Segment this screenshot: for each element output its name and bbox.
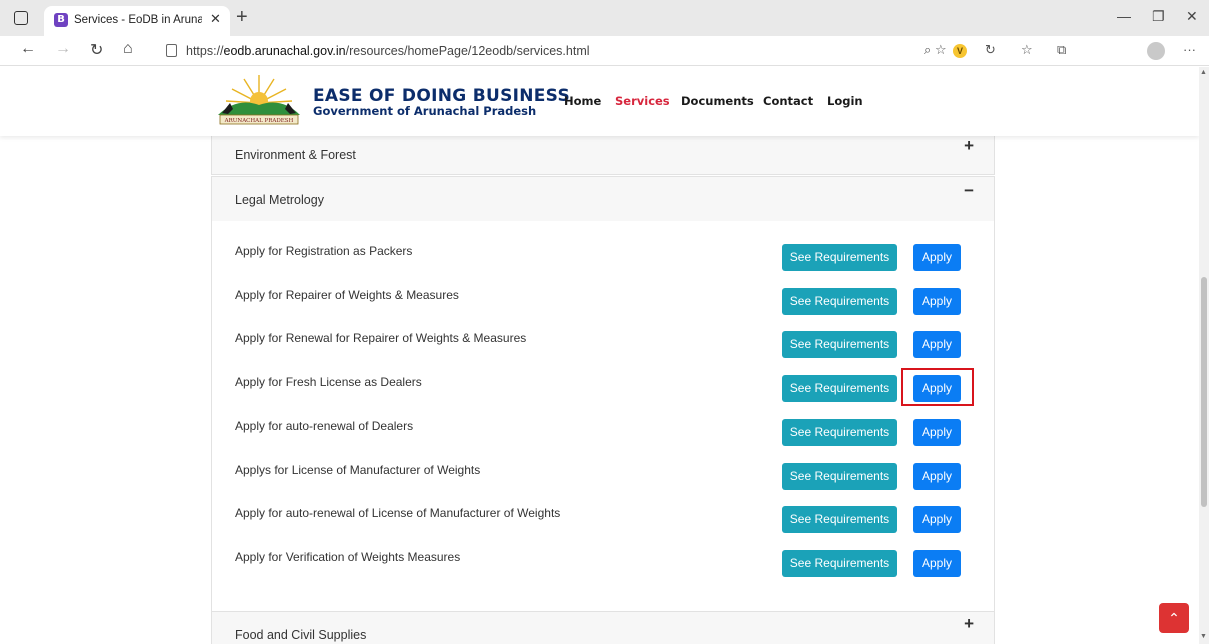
apply-button[interactable]: Apply	[913, 463, 961, 490]
page-viewport: ARUNACHAL PRADESH EASE OF DOING BUSINESS…	[0, 67, 1199, 644]
apply-button[interactable]: Apply	[913, 419, 961, 446]
accordion-title: Legal Metrology	[235, 193, 324, 207]
url-text[interactable]: https://eodb.arunachal.gov.in/resources/…	[186, 44, 590, 58]
arunachal-emblem-logo[interactable]: ARUNACHAL PRADESH	[212, 71, 306, 129]
favorites-icon[interactable]: ☆	[1021, 42, 1033, 58]
new-tab-icon[interactable]: +	[236, 6, 248, 28]
accordion-food-civil-supplies[interactable]: Food and Civil Supplies +	[211, 611, 995, 644]
page-scrollbar[interactable]: ▲ ▼	[1199, 67, 1209, 644]
zoom-icon[interactable]: ⌕	[924, 42, 931, 58]
service-row: Apply for Repairer of Weights & Measures…	[212, 288, 994, 318]
extension-icon[interactable]: V	[953, 44, 967, 58]
expand-icon[interactable]: +	[964, 136, 974, 156]
refresh-icon[interactable]: ↻	[90, 40, 103, 60]
nav-contact[interactable]: Contact	[763, 94, 813, 108]
expand-icon[interactable]: +	[964, 614, 974, 634]
tab-close-icon[interactable]: ✕	[210, 11, 221, 27]
service-label: Apply for Renewal for Repairer of Weight…	[235, 331, 527, 345]
see-requirements-button[interactable]: See Requirements	[782, 288, 897, 315]
url-field[interactable]: https://eodb.arunachal.gov.in/resources/…	[152, 39, 992, 63]
scroll-down-icon[interactable]: ▼	[1200, 633, 1207, 640]
favorite-icon[interactable]: ☆	[935, 42, 947, 58]
see-requirements-button[interactable]: See Requirements	[782, 550, 897, 577]
back-to-top-icon[interactable]: ⌃	[1159, 603, 1189, 633]
collapse-icon[interactable]: −	[964, 181, 974, 201]
restore-icon[interactable]: ❐	[1152, 8, 1165, 25]
service-row: Apply for Registration as Packers See Re…	[212, 244, 994, 274]
see-requirements-button[interactable]: See Requirements	[782, 506, 897, 533]
service-row: Apply for Fresh License as Dealers See R…	[212, 368, 994, 406]
service-row: Apply for auto-renewal of Dealers See Re…	[212, 419, 994, 449]
apply-button[interactable]: Apply	[913, 506, 961, 533]
browser-tab[interactable]: B Services - EoDB in Arunachal Pra ✕	[44, 6, 230, 36]
scroll-up-icon[interactable]: ▲	[1200, 69, 1207, 76]
minimize-icon[interactable]: —	[1117, 8, 1131, 24]
service-row: Apply for auto-renewal of License of Man…	[212, 506, 994, 536]
apply-button[interactable]: Apply	[913, 331, 961, 358]
see-requirements-button[interactable]: See Requirements	[782, 419, 897, 446]
nav-services[interactable]: Services	[615, 94, 670, 108]
apply-button[interactable]: Apply	[913, 244, 961, 271]
profile-icon[interactable]	[1147, 42, 1165, 60]
lock-icon[interactable]	[166, 44, 177, 57]
collections-icon[interactable]: ⧉	[1057, 42, 1066, 58]
apply-button[interactable]: Apply	[913, 288, 961, 315]
nav-home[interactable]: Home	[564, 94, 601, 108]
site-header: ARUNACHAL PRADESH EASE OF DOING BUSINESS…	[0, 67, 1199, 136]
service-label: Apply for Repairer of Weights & Measures	[235, 288, 459, 302]
refresh-extension-icon[interactable]: ↻	[985, 42, 996, 58]
svg-text:ARUNACHAL PRADESH: ARUNACHAL PRADESH	[224, 118, 294, 124]
see-requirements-button[interactable]: See Requirements	[782, 244, 897, 271]
brand-subtitle: Government of Arunachal Pradesh	[313, 104, 537, 118]
accordion-legal-metrology[interactable]: Legal Metrology −	[211, 176, 995, 222]
service-row: Applys for License of Manufacturer of We…	[212, 463, 994, 493]
apply-button[interactable]: Apply	[913, 550, 961, 577]
browser-tab-bar: B Services - EoDB in Arunachal Pra ✕ + —…	[0, 0, 1209, 36]
tab-actions-icon[interactable]	[14, 11, 28, 25]
see-requirements-button[interactable]: See Requirements	[782, 331, 897, 358]
tab-favicon: B	[54, 13, 68, 27]
more-icon[interactable]: ···	[1183, 42, 1196, 57]
tab-title: Services - EoDB in Arunachal Pra	[74, 14, 202, 26]
legal-metrology-services: Apply for Registration as Packers See Re…	[211, 221, 995, 612]
apply-button-highlighted[interactable]: Apply	[913, 375, 961, 402]
service-label: Apply for auto-renewal of Dealers	[235, 419, 414, 433]
see-requirements-button[interactable]: See Requirements	[782, 463, 897, 490]
service-label: Apply for Registration as Packers	[235, 244, 413, 258]
nav-documents[interactable]: Documents	[681, 94, 754, 108]
browser-address-bar: ← → ↻ ⌂ https://eodb.arunachal.gov.in/re…	[0, 36, 1209, 66]
scroll-thumb[interactable]	[1201, 277, 1207, 507]
see-requirements-button[interactable]: See Requirements	[782, 375, 897, 402]
service-row: Apply for Renewal for Repairer of Weight…	[212, 331, 994, 361]
close-window-icon[interactable]: ✕	[1186, 8, 1198, 25]
nav-login[interactable]: Login	[827, 94, 863, 108]
service-row: Apply for Verification of Weights Measur…	[212, 550, 994, 580]
accordion-title: Environment & Forest	[235, 148, 356, 162]
accordion-title: Food and Civil Supplies	[235, 628, 367, 642]
service-label: Applys for License of Manufacturer of We…	[235, 463, 481, 477]
home-icon[interactable]: ⌂	[123, 40, 133, 58]
forward-icon[interactable]: →	[55, 40, 71, 58]
service-label: Apply for Verification of Weights Measur…	[235, 550, 461, 564]
service-label: Apply for Fresh License as Dealers	[235, 375, 422, 389]
brand-title: EASE OF DOING BUSINESS	[313, 86, 571, 106]
back-icon[interactable]: ←	[20, 40, 36, 58]
service-label: Apply for auto-renewal of License of Man…	[235, 506, 561, 520]
